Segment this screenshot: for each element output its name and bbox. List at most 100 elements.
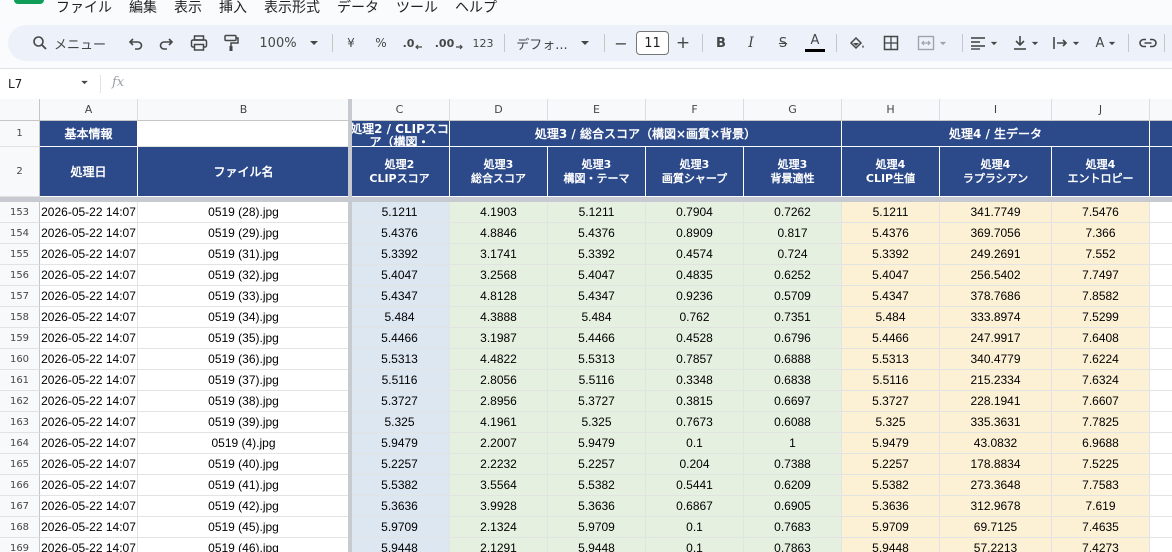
strikethrough-button[interactable]: S <box>770 25 796 61</box>
column-header-e[interactable]: E <box>548 99 646 121</box>
table-cell[interactable]: 5.4047 <box>350 265 450 286</box>
table-cell[interactable]: 4.8846 <box>450 223 548 244</box>
borders-button[interactable] <box>876 25 906 61</box>
table-cell[interactable]: 0.7683 <box>744 517 842 538</box>
table-cell[interactable]: 2.2007 <box>450 433 548 454</box>
merge-cells-button[interactable] <box>910 25 954 61</box>
table-cell[interactable]: 2026-05-22 14:07 <box>40 349 138 370</box>
table-cell[interactable]: 5.2257 <box>842 454 940 475</box>
table-cell[interactable]: 4.3888 <box>450 307 548 328</box>
row-header[interactable]: 165 <box>0 454 40 475</box>
table-cell[interactable]: 5.3392 <box>548 244 646 265</box>
select-all-corner[interactable] <box>0 99 40 121</box>
name-box[interactable]: L7 <box>8 77 22 91</box>
table-cell[interactable]: 333.8974 <box>940 307 1052 328</box>
row-header[interactable]: 166 <box>0 475 40 496</box>
table-cell[interactable]: 5.1211 <box>350 202 450 223</box>
table-cell[interactable] <box>1150 286 1172 307</box>
table-cell[interactable]: 0519 (37).jpg <box>138 370 350 391</box>
column-header-a[interactable]: A <box>40 99 138 121</box>
table-cell[interactable]: 2026-05-22 14:07 <box>40 391 138 412</box>
table-cell[interactable]: 0519 (38).jpg <box>138 391 350 412</box>
table-cell[interactable]: 0.4574 <box>646 244 744 265</box>
table-cell[interactable]: 2.1324 <box>450 517 548 538</box>
table-cell[interactable]: 2026-05-22 14:07 <box>40 412 138 433</box>
font-size-decrease-button[interactable]: − <box>610 25 632 61</box>
table-cell[interactable]: 0519 (40).jpg <box>138 454 350 475</box>
table-cell[interactable]: 5.2257 <box>350 454 450 475</box>
menu-item[interactable]: ツール <box>396 0 438 17</box>
row-header[interactable]: 167 <box>0 496 40 517</box>
table-cell[interactable]: 4.1961 <box>450 412 548 433</box>
table-cell[interactable]: 3.5564 <box>450 475 548 496</box>
table-cell[interactable]: 0519 (42).jpg <box>138 496 350 517</box>
table-cell[interactable]: 0519 (41).jpg <box>138 475 350 496</box>
table-cell[interactable]: 7.5476 <box>1052 202 1150 223</box>
table-cell[interactable]: 2026-05-22 14:07 <box>40 454 138 475</box>
table-cell[interactable]: 5.3636 <box>842 496 940 517</box>
table-cell[interactable]: 7.552 <box>1052 244 1150 265</box>
table-cell[interactable]: 5.4466 <box>842 328 940 349</box>
table-cell[interactable]: 0.724 <box>744 244 842 265</box>
currency-button[interactable]: ¥ <box>338 25 364 61</box>
row-header[interactable]: 154 <box>0 223 40 244</box>
table-cell[interactable]: 369.7056 <box>940 223 1052 244</box>
font-size-input[interactable]: 11 <box>636 31 669 55</box>
row-header[interactable]: 164 <box>0 433 40 454</box>
table-cell[interactable] <box>1150 328 1172 349</box>
menu-item[interactable]: 編集 <box>129 0 157 17</box>
row-header[interactable]: 156 <box>0 265 40 286</box>
table-cell[interactable]: 7.6224 <box>1052 349 1150 370</box>
table-cell[interactable]: 5.5116 <box>842 370 940 391</box>
row-header[interactable]: 1 <box>0 121 40 147</box>
undo-button[interactable] <box>124 25 148 61</box>
column-header-g[interactable]: G <box>744 99 842 121</box>
table-cell[interactable]: 2026-05-22 14:07 <box>40 286 138 307</box>
table-cell[interactable]: 3.1741 <box>450 244 548 265</box>
table-cell[interactable]: 0.5441 <box>646 475 744 496</box>
spreadsheet-grid[interactable]: A B C D E F G H I J 1 2 基本情報 処理2 / CLIPスコア（構図・ 処理3 / 総… <box>0 99 1172 552</box>
table-cell[interactable]: 0.762 <box>646 307 744 328</box>
menu-item[interactable]: 表示 <box>174 0 202 17</box>
table-cell[interactable] <box>1150 412 1172 433</box>
table-cell[interactable]: 312.9678 <box>940 496 1052 517</box>
column-header-i[interactable]: I <box>940 99 1052 121</box>
fill-color-button[interactable] <box>842 25 872 61</box>
table-cell[interactable]: 2026-05-22 14:07 <box>40 475 138 496</box>
table-cell[interactable]: 69.7125 <box>940 517 1052 538</box>
table-cell[interactable]: 335.3631 <box>940 412 1052 433</box>
table-cell[interactable]: 5.4376 <box>842 223 940 244</box>
table-cell[interactable]: 2026-05-22 14:07 <box>40 517 138 538</box>
table-cell[interactable]: 4.1903 <box>450 202 548 223</box>
column-header-h[interactable]: H <box>842 99 940 121</box>
table-cell[interactable]: 5.9479 <box>350 433 450 454</box>
table-cell[interactable] <box>1150 307 1172 328</box>
percent-button[interactable]: % <box>368 25 394 61</box>
table-cell[interactable]: 0.6252 <box>744 265 842 286</box>
table-cell[interactable]: 0.7673 <box>646 412 744 433</box>
table-cell[interactable]: 5.3727 <box>350 391 450 412</box>
table-cell[interactable]: 43.0832 <box>940 433 1052 454</box>
table-cell[interactable]: 0.6867 <box>646 496 744 517</box>
table-cell[interactable]: 0.6088 <box>744 412 842 433</box>
table-cell[interactable]: 0.6905 <box>744 496 842 517</box>
table-cell[interactable]: 249.2691 <box>940 244 1052 265</box>
table-cell[interactable]: 4.4822 <box>450 349 548 370</box>
table-cell[interactable] <box>1150 223 1172 244</box>
sheets-logo[interactable] <box>14 0 44 4</box>
table-cell[interactable]: 256.5402 <box>940 265 1052 286</box>
table-cell[interactable]: 378.7686 <box>940 286 1052 307</box>
row-header[interactable]: 155 <box>0 244 40 265</box>
table-cell[interactable]: 0519 (35).jpg <box>138 328 350 349</box>
table-cell[interactable]: 0.1 <box>646 517 744 538</box>
table-cell[interactable]: 5.5382 <box>548 475 646 496</box>
row-header[interactable]: 161 <box>0 370 40 391</box>
table-cell[interactable]: 228.1941 <box>940 391 1052 412</box>
table-cell[interactable]: 5.4047 <box>842 265 940 286</box>
table-cell[interactable]: 0519 (31).jpg <box>138 244 350 265</box>
table-cell[interactable]: 0.3815 <box>646 391 744 412</box>
table-cell[interactable]: 5.484 <box>350 307 450 328</box>
table-cell[interactable]: 7.366 <box>1052 223 1150 244</box>
table-cell[interactable]: 5.9479 <box>548 433 646 454</box>
table-cell[interactable] <box>1150 202 1172 223</box>
